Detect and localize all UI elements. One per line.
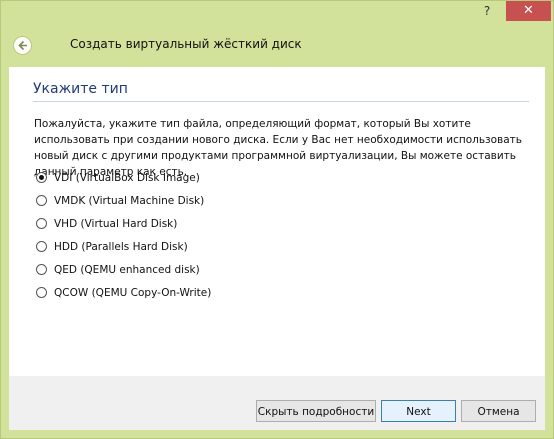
next-button[interactable]: Next [381, 400, 456, 422]
dialog-window: ? ✕ Создать виртуальный жёсткий диск Ука… [0, 0, 554, 439]
radio-button-qcow[interactable] [36, 287, 47, 298]
radio-label-vhd[interactable]: VHD (Virtual Hard Disk) [54, 218, 177, 230]
title-divider [33, 101, 529, 102]
radio-option-qcow[interactable]: QCOW (QEMU Copy-On-Write) [36, 281, 336, 304]
radio-label-qcow[interactable]: QCOW (QEMU Copy-On-Write) [54, 287, 211, 299]
radio-button-hdd[interactable] [36, 241, 47, 252]
radio-option-vdi[interactable]: VDI (VirtualBox Disk Image) [36, 166, 336, 189]
radio-option-qed[interactable]: QED (QEMU enhanced disk) [36, 258, 336, 281]
radio-label-hdd[interactable]: HDD (Parallels Hard Disk) [54, 241, 188, 253]
radio-button-qed[interactable] [36, 264, 47, 275]
hide-details-button[interactable]: Скрыть подробности [256, 400, 376, 422]
back-button[interactable] [13, 36, 32, 55]
radio-label-vmdk[interactable]: VMDK (Virtual Machine Disk) [54, 195, 204, 207]
help-button[interactable]: ? [469, 1, 505, 21]
radio-button-vdi[interactable] [36, 172, 47, 183]
back-arrow-icon [18, 40, 27, 51]
title-bar: ? ✕ [1, 1, 553, 23]
radio-button-vmdk[interactable] [36, 195, 47, 206]
wizard-page: Укажите тип Пожалуйста, укажите тип файл… [9, 67, 545, 376]
radio-label-vdi[interactable]: VDI (VirtualBox Disk Image) [54, 172, 200, 184]
radio-option-hdd[interactable]: HDD (Parallels Hard Disk) [36, 235, 336, 258]
radio-option-vmdk[interactable]: VMDK (Virtual Machine Disk) [36, 189, 336, 212]
cancel-button[interactable]: Отмена [461, 400, 536, 422]
wizard-title: Создать виртуальный жёсткий диск [70, 37, 302, 51]
close-button[interactable]: ✕ [506, 1, 551, 21]
radio-option-vhd[interactable]: VHD (Virtual Hard Disk) [36, 212, 336, 235]
radio-label-qed[interactable]: QED (QEMU enhanced disk) [54, 264, 200, 276]
radio-button-vhd[interactable] [36, 218, 47, 229]
disk-type-radio-group: VDI (VirtualBox Disk Image) VMDK (Virtua… [36, 166, 336, 304]
wizard-header: Создать виртуальный жёсткий диск [9, 23, 545, 67]
button-bar: Скрыть подробности Next Отмена [9, 376, 545, 430]
page-title: Укажите тип [33, 81, 128, 97]
